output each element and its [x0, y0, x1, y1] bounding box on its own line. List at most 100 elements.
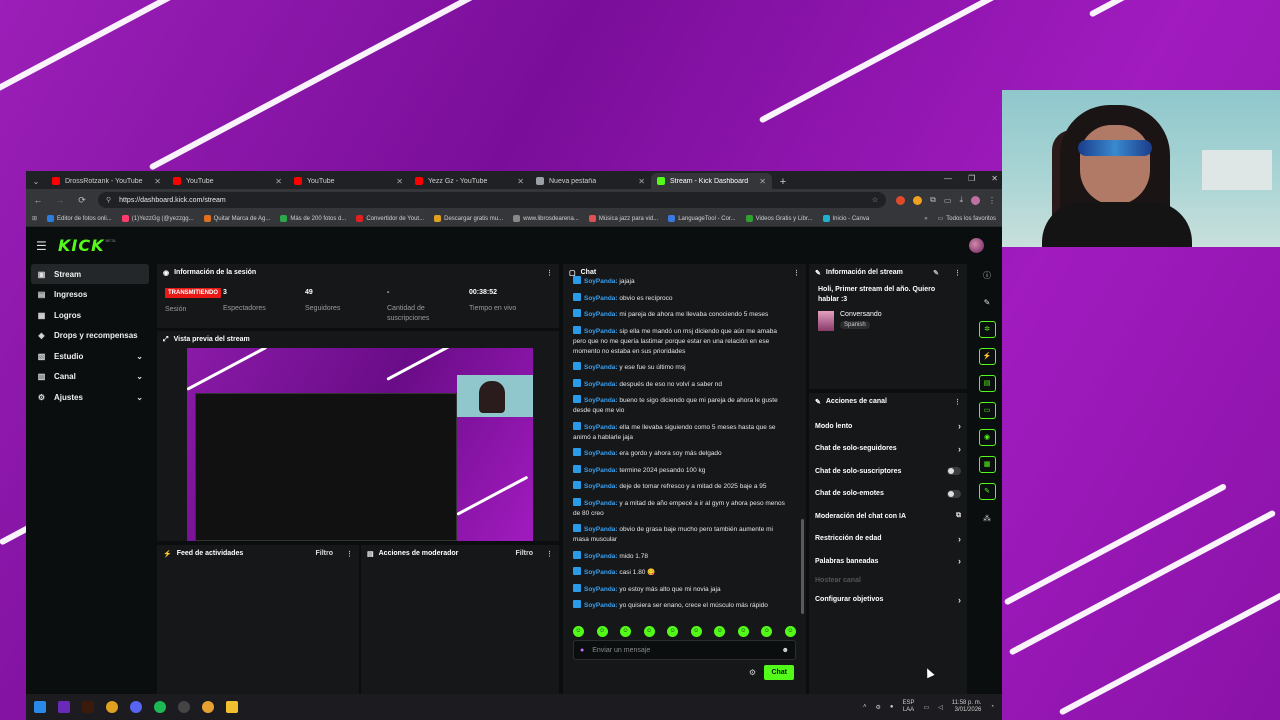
tool-icon[interactable]: ✎: [978, 483, 996, 500]
tab-close-icon[interactable]: ✕: [759, 177, 766, 186]
chat-message[interactable]: SoyPanda: obvio de grasa baje mucho pero…: [573, 524, 786, 545]
chat-send-button[interactable]: Chat: [764, 665, 794, 680]
sidebar-item-drops[interactable]: ◈ Drops y recompensas: [31, 326, 149, 346]
chat-message[interactable]: SoyPanda: mido 1.78: [573, 550, 786, 562]
bookmark-item[interactable]: (1)YezzGg (@yezzgg...: [121, 215, 194, 222]
close-window-icon[interactable]: ✕: [991, 174, 998, 183]
bookmark-star-icon[interactable]: ☆: [872, 196, 878, 204]
group-icon[interactable]: ⁂: [983, 510, 991, 527]
chat-message[interactable]: SoyPanda: y ese fue su último msj: [573, 362, 786, 373]
channel-action-item[interactable]: Chat de solo-suscriptores: [809, 460, 967, 483]
channel-action-item[interactable]: Moderación del chat con IA ⧉: [809, 505, 967, 528]
url-input[interactable]: ⚲ https://dashboard.kick.com/stream ☆: [98, 192, 887, 208]
back-icon[interactable]: ←: [32, 195, 44, 205]
widget-icon[interactable]: ✲: [978, 321, 996, 338]
emote-icon[interactable]: ☺: [737, 626, 749, 637]
panel-menu-icon[interactable]: ⋮: [954, 398, 961, 406]
more-bookmarks-icon[interactable]: »: [924, 216, 927, 222]
channel-action-item[interactable]: Palabras baneadas ›: [809, 550, 967, 573]
browser-tab[interactable]: Stream - Kick Dashboard ✕: [651, 173, 772, 189]
mic-icon[interactable]: ●: [890, 704, 894, 710]
restore-icon[interactable]: ❐: [968, 174, 975, 183]
file-explorer-icon[interactable]: [226, 701, 238, 713]
tab-close-icon[interactable]: ✕: [154, 177, 161, 186]
edit-pencil-icon[interactable]: ✎: [933, 269, 939, 277]
activity-filter-button[interactable]: Filtro: [316, 550, 334, 557]
app-icon[interactable]: [106, 701, 118, 713]
bookmark-item[interactable]: Editor de fotos onli...: [47, 215, 112, 222]
mic-icon[interactable]: ●: [580, 647, 584, 654]
channel-action-item[interactable]: Chat de solo-emotes: [809, 483, 967, 506]
download-icon[interactable]: ⤓: [959, 195, 963, 205]
emote-icon[interactable]: ☺: [761, 626, 773, 637]
chat-username[interactable]: SoyPanda:: [584, 483, 618, 490]
all-favorites-folder[interactable]: ▭ Todos los favoritos: [938, 215, 996, 223]
mod-filter-button[interactable]: Filtro: [516, 550, 534, 557]
chat-message[interactable]: SoyPanda: termine 2024 pesando 100 kg: [573, 464, 786, 476]
chrome-icon[interactable]: [202, 701, 214, 713]
extensions-puzzle-icon[interactable]: ⧉: [930, 195, 936, 205]
info-icon[interactable]: ⓘ: [983, 267, 991, 284]
sidebar-item-canal[interactable]: ▥ Canal ⌄: [31, 367, 149, 387]
extension-icon[interactable]: [913, 195, 923, 205]
channel-action-item[interactable]: Chat de solo-seguidores ›: [809, 438, 967, 461]
tray-chevron-icon[interactable]: ˄: [863, 704, 867, 710]
bookmark-item[interactable]: Inicio - Canva: [822, 215, 869, 222]
chat-message[interactable]: SoyPanda: ella me llevaba siguiendo como…: [573, 421, 786, 443]
tray-app-icon[interactable]: ⚙: [875, 704, 880, 711]
browser-menu-icon[interactable]: ⋮: [988, 196, 996, 205]
language-indicator[interactable]: ESP LAA: [902, 700, 914, 714]
chat-message[interactable]: SoyPanda: y a mitad de año empecé a ir a…: [573, 497, 786, 519]
chat-username[interactable]: SoyPanda:: [584, 397, 618, 404]
extension-icon[interactable]: [896, 195, 906, 205]
illustrator-icon[interactable]: [82, 701, 94, 713]
chat-message[interactable]: SoyPanda: jajaja: [573, 276, 786, 287]
layout-icon[interactable]: ▦: [978, 456, 996, 473]
emote-icon[interactable]: ☺: [620, 626, 632, 637]
bookmark-item[interactable]: Más de 200 fotos d...: [280, 215, 346, 222]
chat-message-input[interactable]: ● Enviar un mensaje ☻: [573, 640, 796, 660]
chat-message[interactable]: SoyPanda: yo estoy más alto que mi novia…: [573, 583, 786, 595]
channel-action-item[interactable]: Configurar objetivos ›: [809, 589, 967, 612]
discord-icon[interactable]: [130, 701, 142, 713]
chat-settings-icon[interactable]: ⚙: [749, 668, 756, 677]
chat-username[interactable]: SoyPanda:: [584, 424, 618, 431]
tab-close-icon[interactable]: ✕: [275, 177, 282, 186]
apps-grid-icon[interactable]: ⊞: [32, 215, 37, 222]
panel-menu-icon[interactable]: ⋮: [346, 550, 353, 558]
chat-message[interactable]: SoyPanda: bueno te sigo diciendo que mi …: [573, 395, 786, 416]
emote-icon[interactable]: ☺: [784, 626, 796, 637]
chat-username[interactable]: SoyPanda:: [584, 278, 618, 285]
chat-username[interactable]: SoyPanda:: [584, 467, 618, 474]
browser-tab[interactable]: YouTube ✕: [288, 173, 409, 189]
chat-username[interactable]: SoyPanda:: [584, 450, 618, 457]
emoji-icon[interactable]: ☻: [782, 647, 789, 654]
chat-username[interactable]: SoyPanda:: [584, 364, 618, 371]
chat-message[interactable]: SoyPanda: sip ella me mandó un msj dicie…: [573, 325, 786, 357]
bookmark-item[interactable]: Descargar gratis mu...: [434, 215, 503, 222]
panel-menu-icon[interactable]: ⋮: [546, 550, 553, 558]
chat-message[interactable]: SoyPanda: deje de tomar refresco y a mit…: [573, 481, 786, 492]
browser-tab[interactable]: YouTube ✕: [167, 173, 288, 189]
sidebar-item-ajustes[interactable]: ⚙ Ajustes ⌄: [31, 387, 149, 407]
sidepanel-icon[interactable]: ▭: [944, 196, 952, 205]
network-icon[interactable]: ▭: [924, 704, 930, 711]
volume-icon[interactable]: ◁: [938, 704, 943, 711]
bookmark-item[interactable]: Quitar Marca de Ag...: [203, 215, 270, 222]
chat-username[interactable]: SoyPanda:: [584, 328, 618, 335]
emote-icon[interactable]: ☺: [643, 626, 655, 637]
tab-search-button[interactable]: ⌄: [28, 175, 44, 189]
emote-icon[interactable]: ☺: [573, 626, 584, 637]
lightning-icon[interactable]: ⚡: [978, 348, 996, 365]
tab-close-icon[interactable]: ✕: [517, 177, 524, 186]
emote-icon[interactable]: ☺: [714, 626, 726, 637]
chat-username[interactable]: SoyPanda:: [584, 586, 618, 593]
bookmark-item[interactable]: Videos Gratis y Libr...: [745, 215, 813, 222]
chat-message[interactable]: SoyPanda: era gordo y ahora soy más delg…: [573, 448, 786, 459]
panel-menu-icon[interactable]: ⋮: [954, 269, 961, 277]
site-info-icon[interactable]: ⚲: [106, 196, 111, 204]
bookmark-item[interactable]: Convertidor de Yout...: [356, 215, 424, 222]
chat-message[interactable]: SoyPanda: casi 1.80 😋: [573, 567, 786, 578]
tab-close-icon[interactable]: ✕: [396, 177, 403, 186]
new-tab-button[interactable]: +: [776, 175, 790, 189]
